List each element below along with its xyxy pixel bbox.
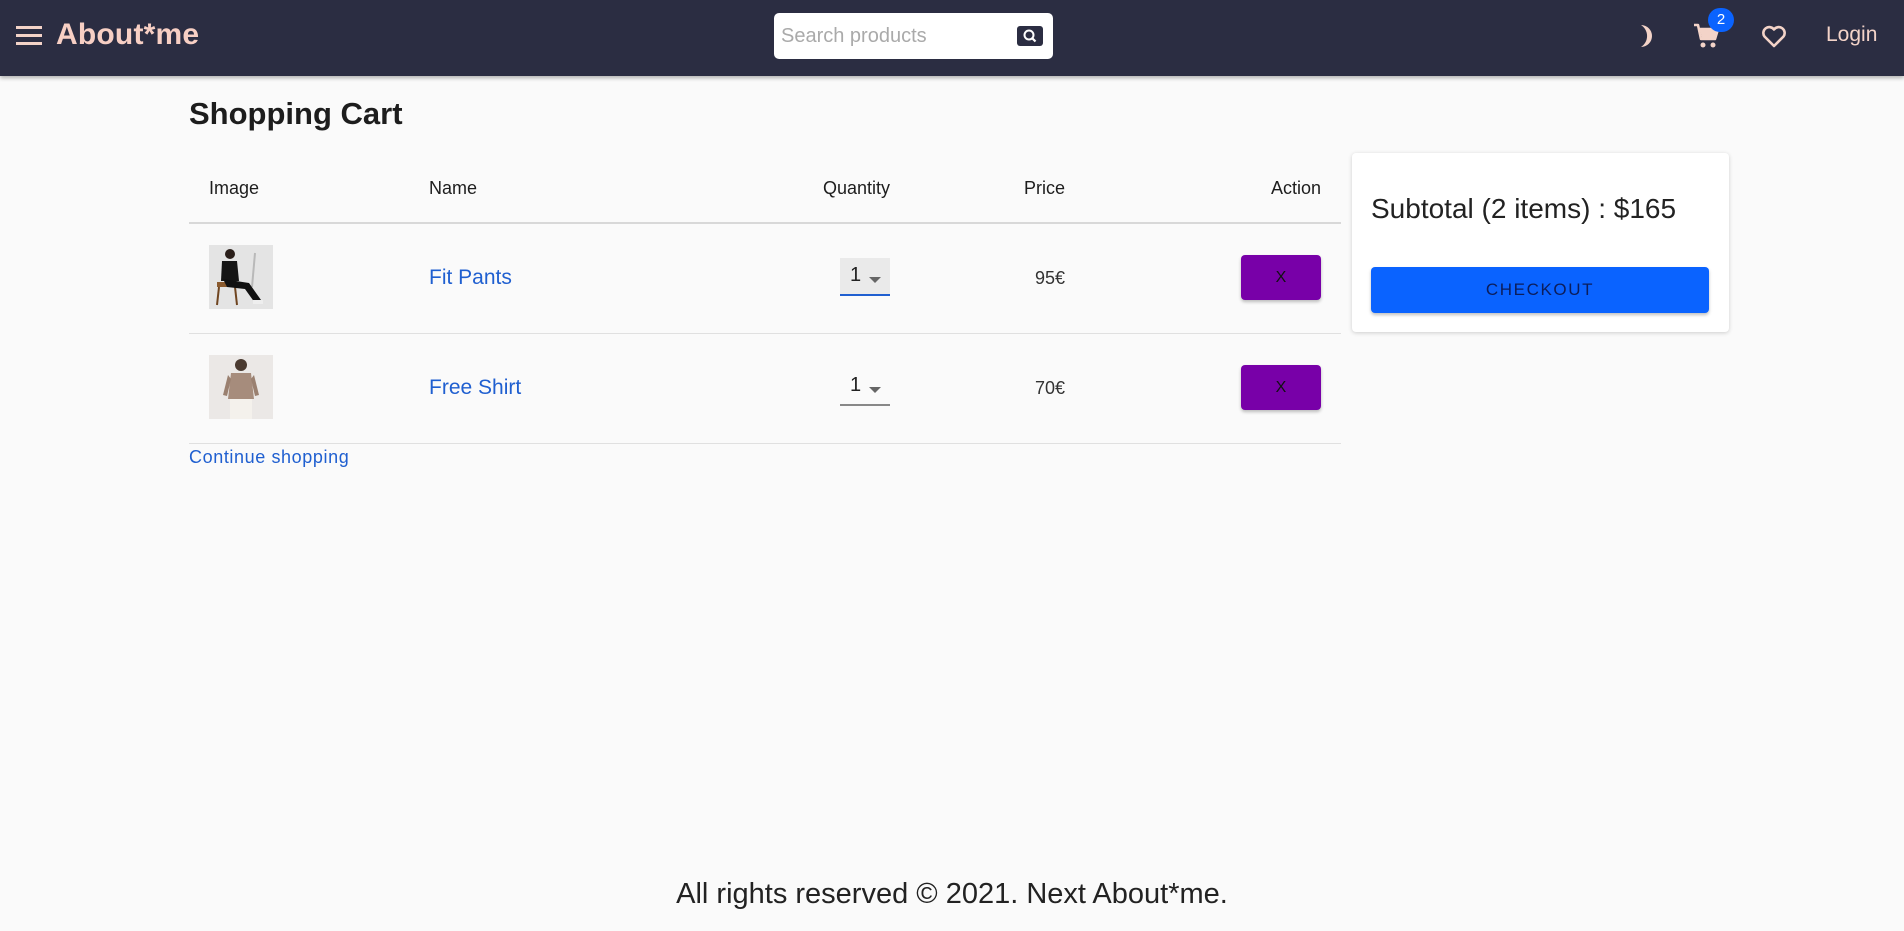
product-link-free-shirt[interactable]: Free Shirt (429, 376, 521, 400)
product-link-fit-pants[interactable]: Fit Pants (429, 266, 512, 290)
continue-shopping-link[interactable]: Continue shopping (189, 447, 349, 468)
subtotal-text: Subtotal (2 items) : $165 (1371, 193, 1677, 224)
quantity-value: 1 (850, 374, 862, 396)
cart-count-badge: 2 (1708, 8, 1734, 32)
column-header-name: Name (429, 178, 478, 198)
table-header: Image Name Quantity Price Action (189, 153, 1341, 224)
column-header-quantity: Quantity (823, 178, 891, 198)
top-app-bar: About*me 2 Login (0, 0, 1904, 76)
search-button[interactable] (1017, 26, 1043, 46)
product-photo (209, 355, 273, 419)
quantity-select[interactable]: 1 (840, 258, 890, 296)
product-photo (209, 245, 273, 309)
chevron-down-icon (869, 277, 881, 283)
chevron-down-icon (869, 387, 881, 393)
footer-copyright: All rights reserved © 2021. Next About*m… (676, 878, 1228, 910)
column-header-action: Action (1270, 178, 1321, 198)
moon-icon[interactable] (1633, 22, 1659, 50)
search-input[interactable] (781, 21, 1001, 51)
page-title: Shopping Cart (189, 96, 403, 131)
heart-icon[interactable] (1760, 22, 1788, 50)
column-header-image: Image (209, 178, 260, 198)
remove-item-button[interactable]: X (1241, 365, 1321, 410)
search-icon (1023, 29, 1037, 43)
product-image-free-shirt[interactable] (209, 355, 273, 419)
item-price: 70€ (1034, 378, 1065, 398)
cart-table: Image Name Quantity Price Action Fit Pan… (189, 153, 1341, 444)
remove-item-button[interactable]: X (1241, 255, 1321, 300)
order-summary-card: Subtotal (2 items) : $165 CHECKOUT (1352, 153, 1729, 332)
login-link[interactable]: Login (1826, 23, 1877, 47)
table-row: Fit Pants 1 95€ X (189, 224, 1341, 334)
quantity-select[interactable]: 1 (840, 368, 890, 406)
column-header-price: Price (1023, 178, 1065, 198)
item-price: 95€ (1034, 268, 1065, 288)
search-box (774, 13, 1053, 59)
menu-icon[interactable] (16, 26, 42, 48)
quantity-value: 1 (850, 264, 862, 286)
checkout-button[interactable]: CHECKOUT (1371, 267, 1709, 313)
table-row: Free Shirt 1 70€ X (189, 334, 1341, 444)
brand-logo[interactable]: About*me (56, 18, 199, 52)
product-image-fit-pants[interactable] (209, 245, 273, 309)
